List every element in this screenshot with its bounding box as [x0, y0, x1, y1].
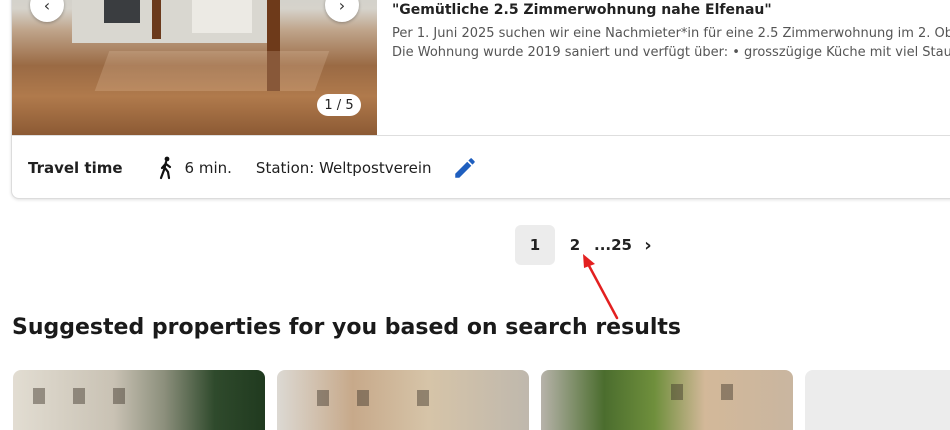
window-detail: [357, 390, 369, 406]
window-detail: [33, 388, 45, 404]
page-1-current[interactable]: 1: [515, 225, 555, 265]
listing-card[interactable]: ‹ › 1 / 5 "Gemütliche 2.5 Zimmerwohnung …: [11, 0, 950, 199]
suggested-property-image[interactable]: [805, 370, 950, 430]
card-divider: [12, 135, 950, 136]
annotation-arrow: [583, 254, 619, 320]
walking-person-icon: [159, 156, 171, 180]
photo-door: [104, 0, 140, 23]
suggested-properties-heading: Suggested properties for you based on se…: [12, 315, 682, 340]
photo-cabinet: [192, 0, 252, 33]
chevron-left-icon: ‹: [43, 0, 51, 15]
travel-time-label: Travel time: [28, 159, 123, 177]
listing-photo[interactable]: ‹ › 1 / 5: [12, 0, 377, 135]
pencil-icon[interactable]: [452, 155, 478, 181]
photo-beam: [152, 0, 161, 39]
listing-title[interactable]: "Gemütliche 2.5 Zimmerwohnung nahe Elfen…: [392, 2, 772, 18]
description-line: Die Wohnung wurde 2019 saniert und verfü…: [392, 45, 950, 60]
photo-glare: [94, 51, 330, 91]
travel-time-row: Travel time 6 min. Station: Weltpostvere…: [28, 155, 478, 181]
window-detail: [73, 388, 85, 404]
window-detail: [113, 388, 125, 404]
description-line: Per 1. Juni 2025 suchen wir eine Nachmie…: [392, 26, 950, 41]
window-detail: [317, 390, 329, 406]
suggested-property-image[interactable]: [277, 370, 529, 430]
suggested-property-image[interactable]: [541, 370, 793, 430]
window-detail: [721, 384, 733, 400]
next-page-button[interactable]: ›: [631, 225, 665, 265]
travel-station: Station: Weltpostverein: [255, 159, 432, 177]
window-detail: [671, 384, 683, 400]
photo-next-button[interactable]: ›: [325, 0, 359, 22]
listing-description: Per 1. Juni 2025 suchen wir eine Nachmie…: [392, 24, 950, 62]
travel-minutes: 6 min.: [184, 159, 232, 177]
window-detail: [417, 390, 429, 406]
suggested-property-image[interactable]: [13, 370, 265, 430]
chevron-right-icon: ›: [338, 0, 346, 15]
chevron-right-icon: ›: [644, 234, 652, 256]
photo-prev-button[interactable]: ‹: [30, 0, 64, 22]
image-counter: 1 / 5: [317, 94, 361, 116]
